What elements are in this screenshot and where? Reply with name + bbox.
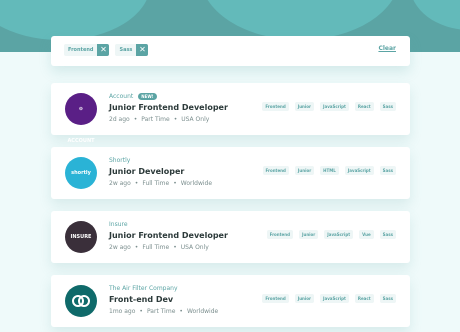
tag-javascript[interactable]: JavaScript	[324, 230, 354, 239]
tag-react[interactable]: React	[354, 294, 374, 303]
separator-dot: •	[134, 244, 139, 251]
tag-javascript[interactable]: JavaScript	[320, 294, 349, 303]
posted-time: 2w ago	[109, 180, 131, 187]
tag-html[interactable]: HTML	[320, 166, 339, 175]
tag-sass[interactable]: Sass	[379, 230, 396, 239]
job-location: Worldwide	[180, 180, 213, 187]
logo-text: shortly	[71, 170, 91, 176]
tag-junior[interactable]: Junior	[298, 230, 319, 239]
clear-filters-button[interactable]: Clear	[378, 45, 396, 52]
job-card: INSURE Insure Junior Frontend Developer …	[51, 211, 410, 263]
company-line: The Air Filter Company	[109, 285, 178, 292]
tag-javascript[interactable]: JavaScript	[320, 102, 349, 111]
tag-sass[interactable]: Sass	[379, 166, 396, 175]
job-meta: 1mo ago • Part Time • Worldwide	[109, 308, 218, 315]
tag-frontend[interactable]: Frontend	[262, 102, 289, 111]
filter-chip-label: Sass	[119, 47, 133, 53]
job-title[interactable]: Junior Frontend Developer	[109, 231, 228, 240]
remove-filter-icon[interactable]: ✕	[97, 44, 110, 56]
job-location: USA Only	[181, 116, 210, 123]
job-tags: Frontend Junior JavaScript React Sass	[262, 294, 396, 303]
filter-chip-frontend: Frontend ✕	[64, 44, 110, 56]
remove-filter-icon[interactable]: ✕	[136, 44, 149, 56]
company-name: Shortly	[109, 157, 131, 164]
header-wave-shape	[0, 0, 150, 40]
active-filters: Frontend ✕ Sass ✕	[64, 44, 149, 56]
job-location: USA Only	[180, 244, 209, 251]
separator-dot: •	[173, 180, 177, 187]
tag-sass[interactable]: Sass	[379, 294, 396, 303]
separator-dot: •	[134, 180, 139, 187]
job-meta: 2d ago • Part Time • USA Only	[109, 116, 209, 123]
posted-time: 2d ago	[109, 116, 130, 123]
company-line: Shortly	[109, 157, 130, 164]
contract-type: Part Time	[141, 116, 170, 123]
posted-time: 1mo ago	[109, 308, 136, 315]
filter-chip-label: Frontend	[68, 47, 94, 53]
filter-chip-sass: Sass ✕	[115, 44, 149, 56]
tag-react[interactable]: React	[354, 102, 374, 111]
contract-type: Full Time	[142, 180, 170, 187]
tag-frontend[interactable]: Frontend	[266, 230, 293, 239]
company-logo	[65, 285, 97, 317]
job-title[interactable]: Junior Developer	[109, 167, 184, 176]
header-wave-shape	[410, 0, 460, 30]
contract-type: Full Time	[142, 244, 170, 251]
logo-text: ⊙ ACCOUNT	[67, 106, 95, 144]
contract-type: Part Time	[146, 308, 176, 315]
job-meta: 2w ago • Full Time • USA Only	[109, 244, 209, 251]
job-location: Worldwide	[186, 308, 219, 315]
logo-text: INSURE	[70, 234, 92, 240]
company-logo: INSURE	[65, 221, 97, 253]
tag-junior[interactable]: Junior	[294, 166, 315, 175]
job-card: shortly Shortly Junior Developer 2w ago …	[51, 147, 410, 199]
tag-junior[interactable]: Junior	[294, 102, 314, 111]
job-tags: Frontend Junior HTML JavaScript Sass	[262, 166, 396, 175]
job-card: The Air Filter Company Front-end Dev 1mo…	[51, 275, 410, 327]
job-card: ⊙ ACCOUNT Account NEW! Junior Frontend D…	[51, 83, 410, 144]
new-badge: NEW!	[138, 93, 157, 100]
posted-time: 2w ago	[109, 244, 131, 251]
company-line: Insure	[109, 221, 128, 228]
tag-junior[interactable]: Junior	[294, 294, 314, 303]
filter-bar: Frontend ✕ Sass ✕ Clear	[51, 36, 410, 66]
tag-vue[interactable]: Vue	[359, 230, 374, 239]
job-meta: 2w ago • Full Time • Worldwide	[109, 180, 212, 187]
company-logo: ⊙ ACCOUNT	[65, 93, 97, 144]
header-wave-shape	[200, 0, 400, 40]
job-title[interactable]: Junior Frontend Developer	[109, 103, 228, 112]
separator-dot: •	[173, 244, 177, 251]
separator-dot: •	[139, 308, 143, 315]
company-line: Account NEW!	[109, 93, 157, 100]
company-name: Account	[109, 93, 134, 100]
tag-frontend[interactable]: Frontend	[262, 166, 289, 175]
separator-dot: •	[179, 308, 183, 315]
separator-dot: •	[133, 116, 138, 123]
job-tags: Frontend Junior JavaScript Vue Sass	[266, 230, 396, 239]
company-logo: shortly	[65, 157, 97, 189]
job-tags: Frontend Junior JavaScript React Sass	[262, 102, 396, 111]
air-filter-logo-icon	[72, 295, 90, 307]
job-title[interactable]: Front-end Dev	[109, 295, 173, 304]
company-name: Insure	[109, 221, 128, 228]
tag-frontend[interactable]: Frontend	[262, 294, 289, 303]
tag-sass[interactable]: Sass	[379, 102, 396, 111]
company-name: The Air Filter Company	[109, 285, 178, 292]
tag-javascript[interactable]: JavaScript	[344, 166, 374, 175]
separator-dot: •	[173, 116, 178, 123]
